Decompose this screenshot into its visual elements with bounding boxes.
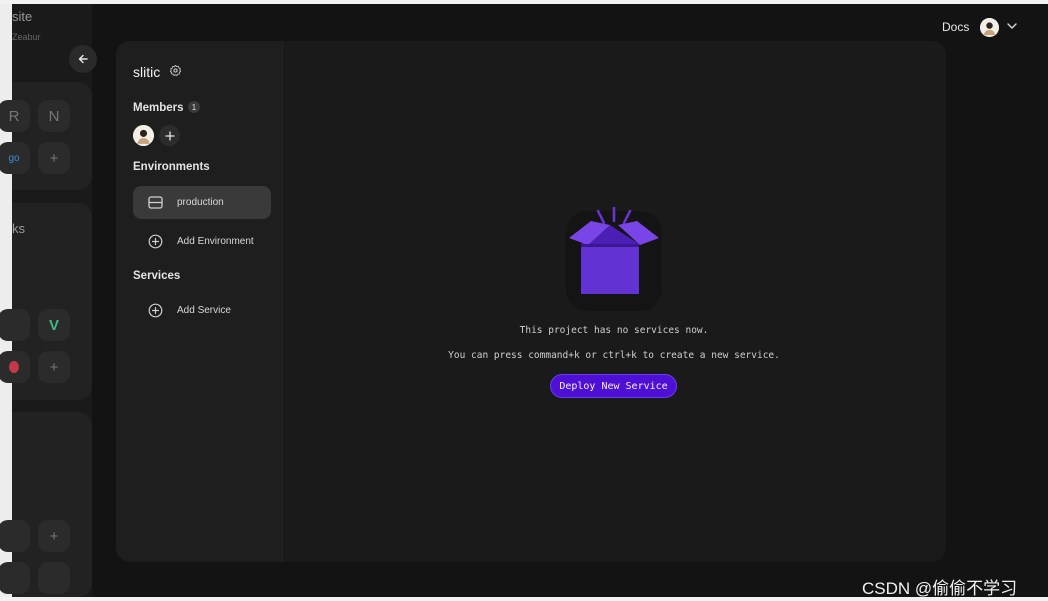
plus-circle-icon — [133, 234, 177, 249]
add-environment-button[interactable]: Add Environment — [133, 225, 271, 258]
members-heading: Members — [133, 102, 184, 114]
back-arrow-icon — [78, 54, 88, 64]
environments-heading: Environments — [133, 161, 210, 173]
background-tile-sheet — [0, 309, 30, 341]
project-sidebar: slitic Members 1 Environments production… — [116, 41, 283, 562]
background-tile-red — [0, 351, 30, 383]
members-count-badge: 1 — [188, 101, 200, 113]
server-icon — [133, 196, 177, 209]
background-card: ks V + — [0, 203, 92, 400]
chevron-down-icon[interactable] — [1006, 21, 1018, 31]
back-button[interactable] — [69, 45, 97, 73]
background-tile — [38, 562, 70, 594]
empty-state-hint: You can press command+k or ctrl+k to cre… — [448, 350, 780, 361]
background-zeabur-label: Zeabur — [12, 32, 41, 42]
empty-state: This project has no services now. You ca… — [282, 41, 946, 562]
gear-icon[interactable] — [169, 64, 182, 77]
add-member-button[interactable] — [159, 125, 180, 146]
plus-circle-icon — [133, 303, 177, 318]
background-site-label: site — [12, 9, 33, 24]
background-card: R N go + — [0, 82, 92, 190]
project-name: slitic — [133, 64, 161, 80]
app-window: site Zeabur R N go + ks V + + Docs sliti… — [0, 4, 1048, 597]
empty-state-title: This project has no services now. — [519, 325, 709, 336]
add-service-button[interactable]: Add Service — [133, 294, 271, 327]
add-environment-label: Add Environment — [177, 236, 254, 247]
docs-link[interactable]: Docs — [942, 20, 969, 34]
background-tile-add: + — [38, 142, 70, 174]
open-box-icon — [566, 207, 662, 311]
background-tile — [0, 562, 30, 594]
background-tile-add: + — [38, 351, 70, 383]
background-tile-add: + — [38, 520, 70, 552]
project-modal: slitic Members 1 Environments production… — [116, 41, 946, 562]
background-card: + — [0, 412, 92, 597]
user-avatar[interactable] — [980, 18, 999, 37]
environment-item-production[interactable]: production — [133, 186, 271, 219]
background-works-label: ks — [12, 221, 25, 236]
plus-icon — [164, 130, 175, 141]
services-heading: Services — [133, 270, 181, 282]
environment-label: production — [177, 197, 224, 208]
background-tile-n: N — [38, 100, 70, 132]
csdn-watermark: CSDN @偷偷不学习 — [862, 579, 1018, 597]
deploy-new-service-button[interactable]: Deploy New Service — [550, 374, 677, 398]
background-tile-r: R — [0, 100, 30, 132]
background-tile-go: go — [0, 142, 30, 174]
add-service-label: Add Service — [177, 305, 231, 316]
background-tile-v: V — [38, 309, 70, 341]
window-edge — [0, 4, 12, 597]
member-avatar[interactable] — [133, 125, 154, 146]
background-tile — [0, 520, 30, 552]
